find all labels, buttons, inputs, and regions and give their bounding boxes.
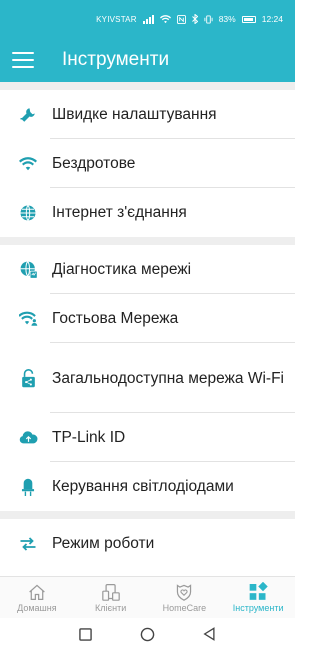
tab-clients[interactable]: Клієнти xyxy=(74,577,148,618)
app-bar: Інструменти xyxy=(0,38,295,82)
list-item-label: Швидке налаштування xyxy=(52,106,217,123)
vibrate-icon xyxy=(204,14,213,24)
wifi-status-icon xyxy=(159,14,171,24)
list-item-led-control[interactable]: Керування світлодіодами xyxy=(0,462,295,511)
globe-diagnostics-icon xyxy=(18,260,38,280)
bluetooth-icon xyxy=(191,14,198,24)
list-item-label: Режим роботи xyxy=(52,535,155,552)
wrench-icon xyxy=(18,105,38,125)
tools-grid-icon xyxy=(249,582,268,600)
back-button[interactable] xyxy=(200,625,218,643)
list-item-label: Загальнодоступна мережа Wi-Fi xyxy=(52,369,284,387)
list-item-label: Діагностика мережі xyxy=(52,261,192,278)
tab-label: Клієнти xyxy=(95,602,127,613)
lock-share-icon xyxy=(18,368,38,388)
list-item-label: Гостьова Мережа xyxy=(52,310,179,327)
led-icon xyxy=(18,477,38,497)
list-item-tplink-id[interactable]: TP-Link ID xyxy=(0,413,295,462)
hamburger-menu-icon[interactable] xyxy=(12,52,34,68)
list-item-diagnostics[interactable]: Діагностика мережі xyxy=(0,245,295,294)
tab-label: Домашня xyxy=(17,602,57,613)
square-icon xyxy=(79,627,93,641)
group-separator xyxy=(0,511,295,519)
recents-button[interactable] xyxy=(77,625,95,643)
tab-label: Інструменти xyxy=(232,603,284,613)
wifi-icon xyxy=(18,154,38,174)
carrier-label: KYIVSTAR xyxy=(96,14,137,24)
list-item-label: Керування світлодіодами xyxy=(52,478,234,495)
clock: 12:24 xyxy=(261,14,283,24)
guest-wifi-icon xyxy=(18,309,38,329)
battery-icon xyxy=(241,15,256,23)
circle-icon xyxy=(140,627,155,641)
list-item-quick-setup[interactable]: Швидке налаштування xyxy=(0,90,295,139)
home-icon xyxy=(29,584,45,600)
switch-arrows-icon xyxy=(18,534,38,554)
group-separator xyxy=(0,237,295,245)
system-navigation-bar xyxy=(0,618,295,650)
page-title: Інструменти xyxy=(62,49,170,70)
list-item-label: TP-Link ID xyxy=(52,429,126,446)
bottom-navigation: Домашня Клієнти HomeCare Інструменти xyxy=(0,576,295,618)
home-button[interactable] xyxy=(138,625,156,643)
tab-label: HomeCare xyxy=(162,602,207,613)
list-item-label: Інтернет з'єднання xyxy=(52,204,187,221)
tab-tools[interactable]: Інструменти xyxy=(221,577,295,618)
list-item-public-wifi[interactable]: Загальнодоступна мережа Wi-Fi xyxy=(0,343,295,413)
list-item-internet[interactable]: Інтернет з'єднання xyxy=(0,188,295,237)
nfc-icon xyxy=(176,14,186,24)
status-bar: KYIVSTAR 83% 12:24 xyxy=(0,0,295,38)
shield-heart-icon xyxy=(177,583,192,601)
devices-icon xyxy=(101,583,120,601)
tab-home[interactable]: Домашня xyxy=(0,577,74,618)
list-item-label: Бездротове xyxy=(52,155,136,172)
list-item-wireless[interactable]: Бездротове xyxy=(0,139,295,188)
triangle-back-icon xyxy=(203,627,215,641)
group-separator xyxy=(0,82,295,90)
globe-icon xyxy=(18,203,38,223)
cloud-upload-icon xyxy=(18,428,38,448)
signal-icon xyxy=(142,14,154,24)
battery-percent: 83% xyxy=(218,14,236,24)
tab-homecare[interactable]: HomeCare xyxy=(148,577,222,618)
list-item-operation-mode[interactable]: Режим роботи xyxy=(0,519,295,568)
tools-list: Швидке налаштування Бездротове Інтернет … xyxy=(0,82,295,568)
list-item-guest-network[interactable]: Гостьова Мережа xyxy=(0,294,295,343)
